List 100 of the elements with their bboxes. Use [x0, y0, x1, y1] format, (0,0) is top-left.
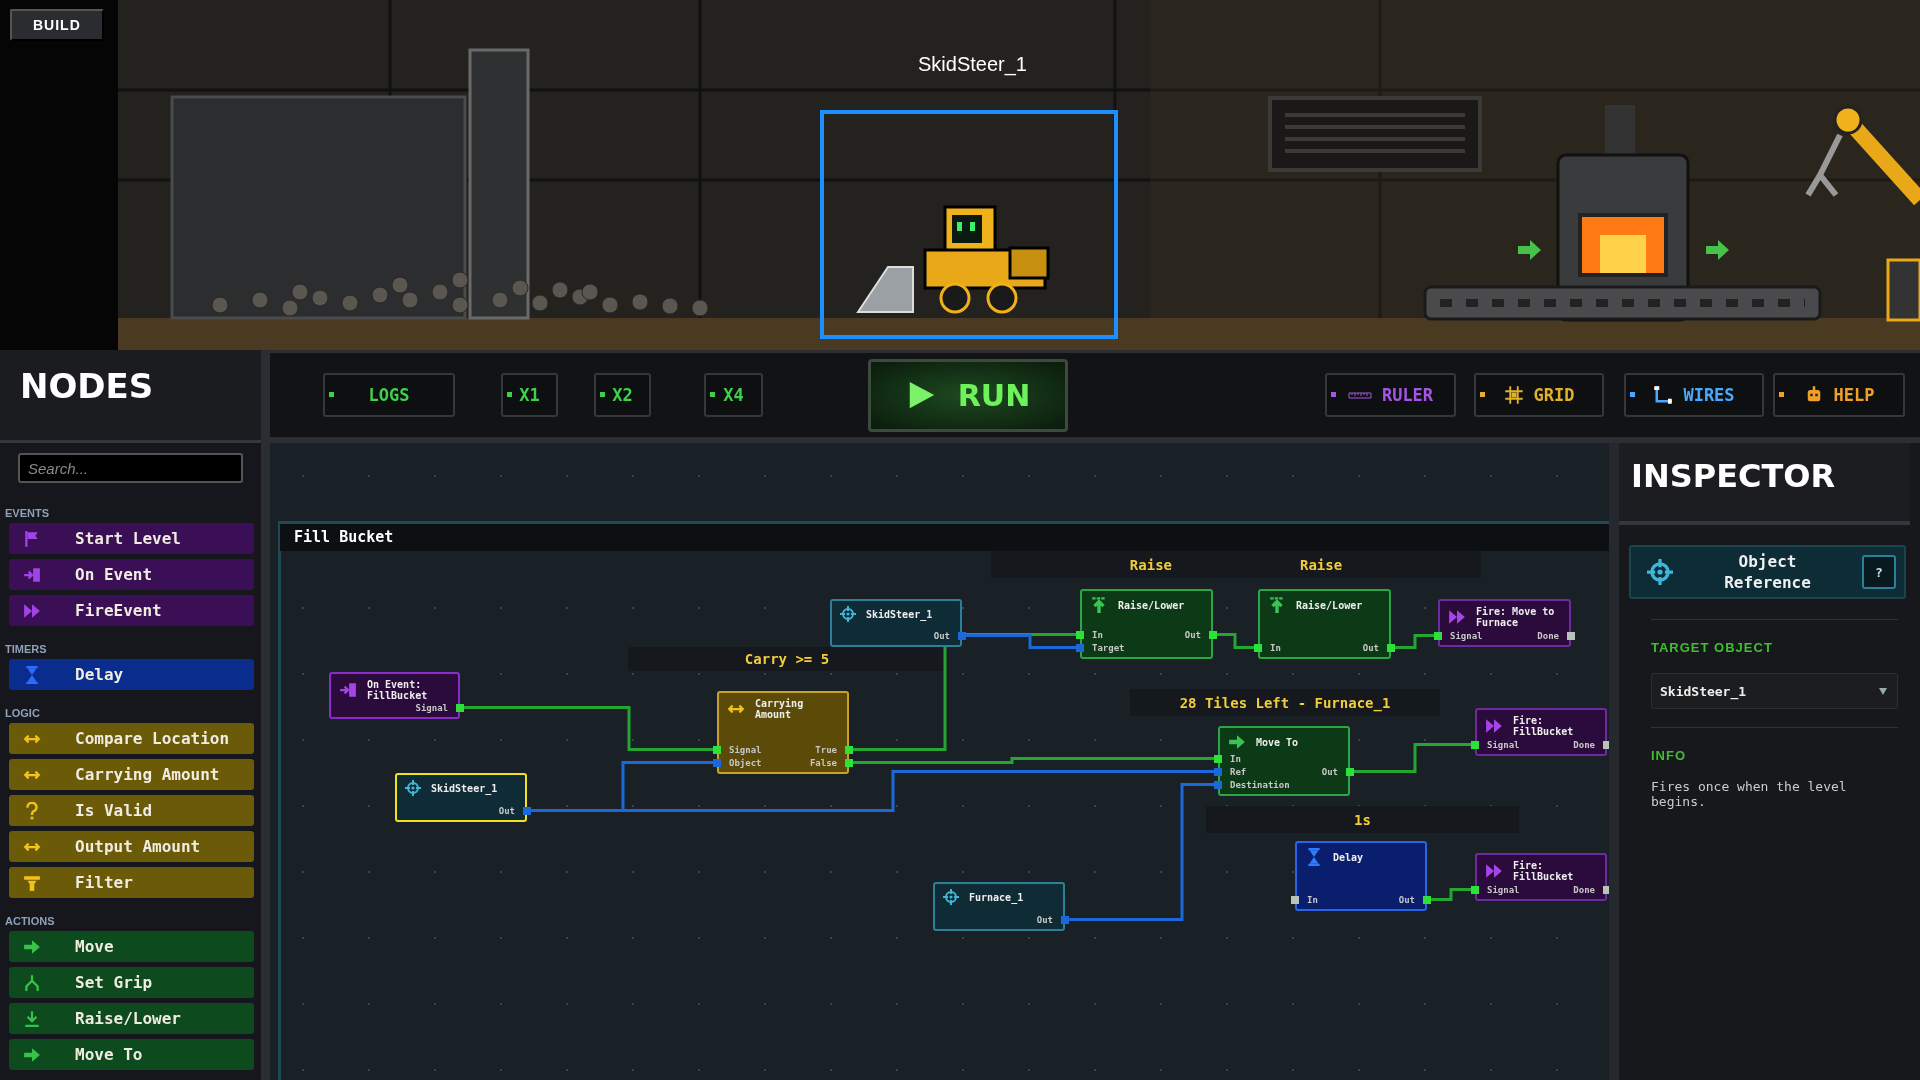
input-port[interactable]	[1254, 643, 1262, 652]
port-label: Done	[1573, 884, 1595, 895]
port-label: Signal	[1487, 739, 1520, 750]
node-palette-item[interactable]: Filter	[9, 867, 254, 898]
node-title: Fire: Move to Furnace	[1476, 606, 1556, 628]
output-port[interactable]	[523, 806, 531, 815]
node-palette-item[interactable]: Delay	[9, 659, 254, 690]
tool-toggle[interactable]: RULER	[1325, 373, 1456, 417]
run-button[interactable]: RUN	[868, 358, 1068, 432]
node-palette-item[interactable]: Is Valid	[9, 795, 254, 826]
question-icon	[23, 801, 41, 820]
output-port[interactable]	[456, 703, 464, 712]
node-palette-item[interactable]: Start Level	[9, 523, 254, 554]
port-label: In	[1307, 894, 1318, 905]
input-port[interactable]	[1291, 895, 1299, 904]
tool-toggle[interactable]: HELP	[1773, 373, 1905, 417]
port-label: Out	[1184, 629, 1201, 640]
output-port[interactable]	[1423, 895, 1431, 904]
port-label: Out	[1362, 642, 1379, 653]
output-port[interactable]	[1387, 643, 1395, 652]
panel-title: INSPECTOR	[1631, 457, 1837, 495]
port-label: Object	[729, 757, 762, 768]
double-arrow-icon	[1448, 608, 1466, 626]
node-title: Fire: FillBucket	[1513, 715, 1575, 737]
tool-toggle[interactable]: GRID	[1474, 373, 1604, 417]
hourglass-icon	[1305, 848, 1323, 866]
node-title: Raise/Lower	[1118, 599, 1185, 611]
input-port[interactable]	[1471, 885, 1479, 894]
port-label: Ref	[1230, 766, 1247, 777]
port-label: False	[809, 757, 837, 768]
node-palette-item[interactable]: Carrying Amount	[9, 759, 254, 790]
toolbar-button[interactable]: LOGS	[323, 373, 455, 417]
crosshair-icon	[840, 606, 856, 622]
arrow-icon	[1706, 240, 1729, 260]
tool-toggle[interactable]: WIRES	[1624, 373, 1764, 417]
output-port[interactable]	[1603, 885, 1609, 894]
node-title: SkidSteer_1	[866, 608, 933, 620]
node-palette-item[interactable]: Move	[9, 931, 254, 962]
crosshair-icon	[405, 780, 421, 796]
toolbar-button[interactable]: X1	[501, 373, 558, 417]
enter-icon	[23, 565, 41, 584]
category-heading: TIMERS	[4, 642, 48, 657]
caret-icon	[1879, 687, 1887, 695]
filter-icon	[23, 873, 41, 892]
port-label: Out	[1321, 766, 1338, 777]
comment-label: Raise	[1300, 556, 1343, 573]
port-label: Done	[1573, 739, 1595, 750]
category-heading: LOGIC	[4, 706, 41, 721]
wire-corner-icon	[1653, 385, 1674, 405]
node-type-title: Object Reference	[1723, 551, 1812, 593]
node-palette-item[interactable]: Compare Location	[9, 723, 254, 754]
output-port[interactable]	[1603, 740, 1609, 749]
input-port[interactable]	[1471, 740, 1479, 749]
node-title: On Event: FillBucket	[367, 679, 429, 701]
port-label: In	[1092, 629, 1103, 640]
ruler-icon	[1347, 391, 1372, 399]
hourglass-icon	[23, 665, 41, 684]
port-label: Out	[933, 630, 950, 641]
category-heading: ACTIONS	[4, 914, 56, 929]
enter-icon	[339, 681, 357, 699]
group-title: Fill Bucket	[280, 524, 1609, 551]
arrow-icon	[1518, 240, 1541, 260]
port-label: Signal	[415, 702, 448, 713]
wire	[1431, 888, 1471, 901]
down-arrow-icon	[23, 1009, 41, 1028]
node-title: SkidSteer_1	[431, 782, 498, 794]
comment-label: Carry >= 5	[744, 651, 830, 667]
input-port[interactable]	[1434, 631, 1442, 640]
claw-icon	[23, 973, 41, 992]
port-label: Destination	[1230, 779, 1290, 790]
wire	[1217, 633, 1254, 649]
crosshair-icon	[1647, 559, 1673, 585]
node-palette-item[interactable]: Raise/Lower	[9, 1003, 254, 1034]
port-label: Target	[1092, 642, 1125, 653]
node-palette-item[interactable]: Output Amount	[9, 831, 254, 862]
output-port[interactable]	[1346, 767, 1354, 776]
node-palette-item[interactable]: Set Grip	[9, 967, 254, 998]
node-palette-item[interactable]: On Event	[9, 559, 254, 590]
port-label: True	[815, 744, 837, 755]
node-title: Move To	[1256, 736, 1299, 748]
node-palette-item[interactable]: Move To	[9, 1039, 254, 1070]
object-name-label: SkidSteer_1	[918, 53, 1027, 76]
target-object-dropdown[interactable]: SkidSteer_1	[1651, 673, 1898, 709]
search-field[interactable]: Search...	[18, 453, 243, 483]
toolbar-button[interactable]: X2	[594, 373, 651, 417]
help-button[interactable]: ?	[1862, 555, 1896, 589]
node-title: Raise/Lower	[1296, 599, 1363, 611]
output-port[interactable]	[1567, 631, 1575, 640]
toolbar-button[interactable]: X4	[704, 373, 763, 417]
node-palette-item[interactable]: FireEvent	[9, 595, 254, 626]
port-label: Out	[498, 805, 515, 816]
port-label: Signal	[1487, 884, 1520, 895]
output-port[interactable]	[1209, 630, 1217, 639]
comment-label: 28 Tiles Left - Furnace_1	[1179, 694, 1391, 711]
node-title: Carrying Amount	[755, 698, 805, 720]
arrow-icon	[1228, 733, 1246, 751]
node-title: Fire: FillBucket	[1513, 860, 1575, 882]
panel-title: NODES	[20, 366, 155, 406]
build-mode-button[interactable]: BUILD	[10, 9, 104, 41]
port-label: In	[1230, 753, 1241, 764]
